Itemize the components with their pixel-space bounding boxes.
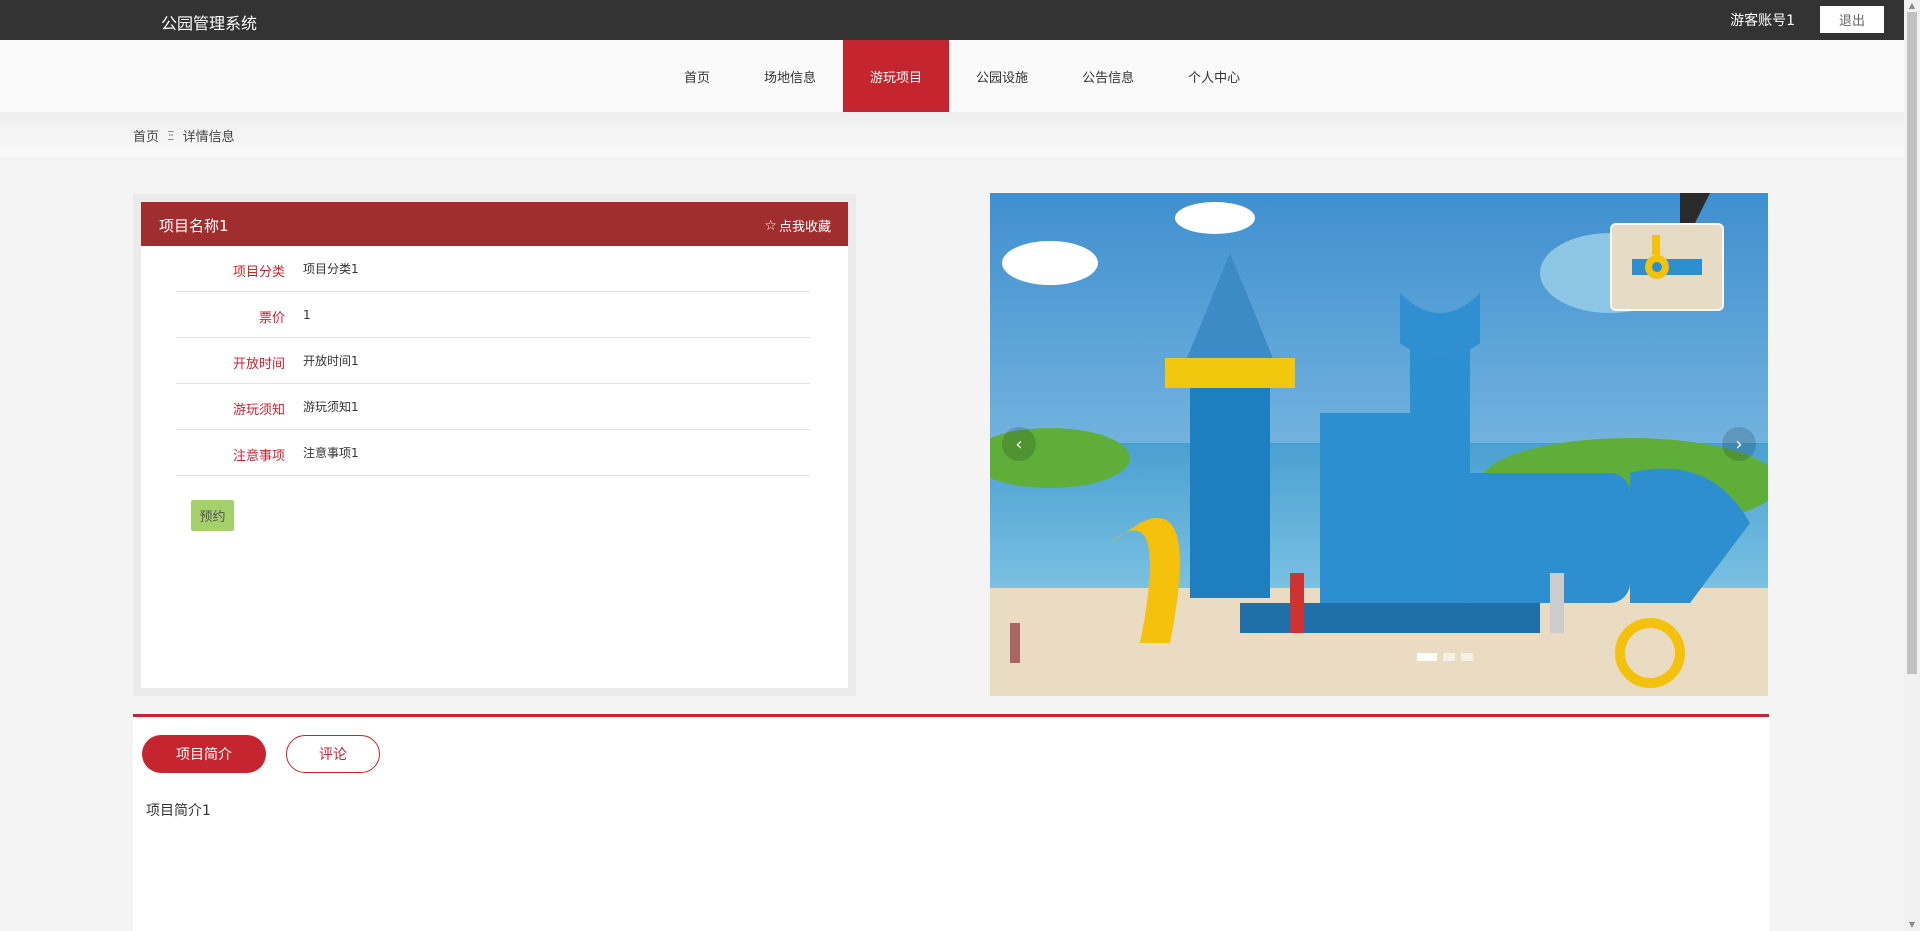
info-label: 开放时间 bbox=[232, 357, 285, 372]
star-outline-icon: ☆ bbox=[764, 217, 777, 234]
info-label: 注意事项 bbox=[232, 449, 285, 464]
info-row-price: 票价 1 bbox=[176, 292, 810, 338]
logout-button[interactable]: 退出 bbox=[1820, 6, 1884, 33]
breadcrumb-separator: Ξ bbox=[167, 128, 175, 143]
intro-text: 项目简介1 bbox=[146, 803, 211, 819]
info-label: 项目分类 bbox=[232, 265, 285, 280]
account-name[interactable]: 游客账号1 bbox=[1730, 10, 1795, 30]
image-carousel[interactable]: ‹ › bbox=[990, 193, 1768, 696]
thumbnail-graphic bbox=[1612, 225, 1722, 309]
info-row-category: 项目分类 项目分类1 bbox=[176, 246, 810, 292]
main-nav: 首页 场地信息 游玩项目 公园设施 公告信息 个人中心 bbox=[0, 40, 1904, 112]
top-bar: 公园管理系统 游客账号1 退出 bbox=[0, 0, 1904, 40]
nav-item-notices[interactable]: 公告信息 bbox=[1055, 40, 1161, 112]
tab-comments[interactable]: 评论 bbox=[286, 735, 380, 773]
detail-frame: 项目名称1 ☆ 点我收藏 项目分类 项目分类1 票价 1 开放时间 开放时间1 … bbox=[133, 194, 856, 696]
nav-item-profile[interactable]: 个人中心 bbox=[1161, 40, 1267, 112]
info-value: 项目分类1 bbox=[303, 262, 359, 276]
scroll-up-icon[interactable]: ▲ bbox=[1904, 0, 1920, 12]
nav-items: 首页 场地信息 游玩项目 公园设施 公告信息 个人中心 bbox=[657, 40, 1267, 112]
info-value: 注意事项1 bbox=[303, 446, 359, 460]
info-row-precautions: 注意事项 注意事项1 bbox=[176, 430, 810, 476]
book-button[interactable]: 预约 bbox=[191, 500, 234, 531]
nav-item-facilities[interactable]: 公园设施 bbox=[949, 40, 1055, 112]
carousel-dot[interactable] bbox=[1417, 653, 1437, 661]
info-row-open-time: 开放时间 开放时间1 bbox=[176, 338, 810, 384]
carousel-dot[interactable] bbox=[1461, 653, 1473, 661]
detail-card: 项目名称1 ☆ 点我收藏 项目分类 项目分类1 票价 1 开放时间 开放时间1 … bbox=[141, 202, 848, 688]
info-row-play-notes: 游玩须知 游玩须知1 bbox=[176, 384, 810, 430]
favorite-button[interactable]: ☆ 点我收藏 bbox=[764, 216, 831, 236]
chevron-left-icon[interactable]: ‹ bbox=[1002, 427, 1036, 461]
card-header: 项目名称1 ☆ 点我收藏 bbox=[141, 202, 848, 246]
thumbnail-image[interactable] bbox=[1610, 223, 1724, 311]
scrollbar-thumb[interactable] bbox=[1907, 12, 1917, 674]
scroll-down-icon[interactable]: ▼ bbox=[1904, 919, 1920, 931]
nav-item-venues[interactable]: 场地信息 bbox=[737, 40, 843, 112]
nav-item-home[interactable]: 首页 bbox=[657, 40, 737, 112]
chevron-right-icon[interactable]: › bbox=[1722, 427, 1756, 461]
breadcrumb: 首页 Ξ 详情信息 bbox=[133, 126, 235, 146]
info-value: 开放时间1 bbox=[303, 354, 359, 368]
info-rows: 项目分类 项目分类1 票价 1 开放时间 开放时间1 游玩须知 游玩须知1 注意… bbox=[176, 246, 810, 476]
info-label: 票价 bbox=[258, 311, 285, 326]
breadcrumb-current: 详情信息 bbox=[182, 130, 235, 145]
favorite-label: 点我收藏 bbox=[778, 220, 831, 235]
info-value: 1 bbox=[303, 307, 311, 322]
nav-item-attractions[interactable]: 游玩项目 bbox=[843, 40, 950, 112]
carousel-dots bbox=[1417, 653, 1473, 661]
bottom-panel: 项目简介 评论 项目简介1 bbox=[133, 717, 1769, 931]
breadcrumb-home[interactable]: 首页 bbox=[133, 126, 159, 145]
page-scrollbar[interactable]: ▲ ▼ bbox=[1904, 0, 1920, 931]
info-value: 游玩须知1 bbox=[303, 400, 359, 414]
breadcrumb-bar: 首页 Ξ 详情信息 bbox=[0, 112, 1904, 157]
carousel-dot[interactable] bbox=[1443, 653, 1455, 661]
tab-intro[interactable]: 项目简介 bbox=[142, 735, 266, 773]
app-title: 公园管理系统 bbox=[161, 14, 258, 33]
project-name: 项目名称1 bbox=[159, 217, 229, 235]
info-label: 游玩须知 bbox=[232, 403, 285, 418]
